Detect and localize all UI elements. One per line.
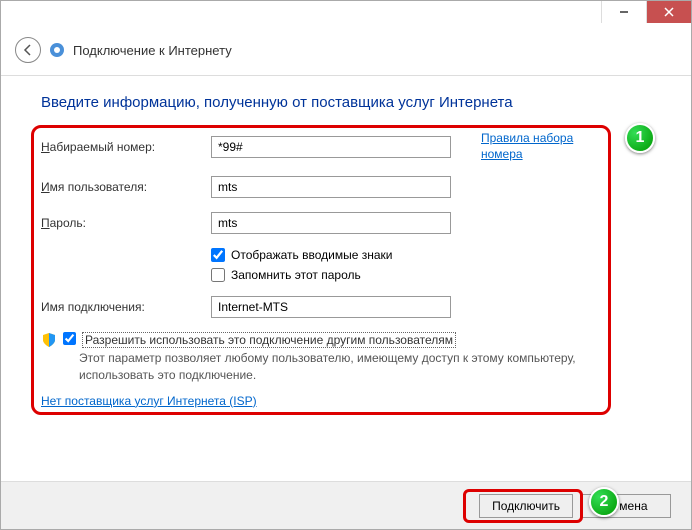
annotation-badge-1: 1	[625, 123, 655, 153]
shield-icon	[41, 332, 57, 348]
no-isp-link[interactable]: Нет поставщика услуг Интернета (ISP)	[41, 394, 257, 408]
header: Подключение к Интернету	[1, 31, 691, 76]
back-button[interactable]	[15, 37, 41, 63]
network-icon	[49, 42, 65, 58]
connection-name-input[interactable]	[211, 296, 451, 318]
minimize-button[interactable]	[601, 1, 646, 23]
page-title: Введите информацию, полученную от постав…	[41, 94, 651, 111]
remember-password-label: Запомнить этот пароль	[231, 268, 361, 282]
footer: Подключить Отмена	[1, 481, 691, 529]
password-label: Пароль:	[41, 216, 211, 230]
content-area: Введите информацию, полученную от постав…	[1, 76, 691, 418]
titlebar	[1, 1, 691, 31]
username-input[interactable]	[211, 176, 451, 198]
share-connection-label: Разрешить использовать это подключение д…	[82, 332, 456, 348]
connection-name-label: Имя подключения:	[41, 300, 211, 314]
username-label: Имя пользователя:	[41, 180, 211, 194]
share-connection-checkbox[interactable]	[63, 332, 76, 345]
close-button[interactable]	[646, 1, 691, 23]
dial-number-input[interactable]	[211, 136, 451, 158]
remember-password-checkbox[interactable]	[211, 268, 225, 282]
show-chars-label: Отображать вводимые знаки	[231, 248, 392, 262]
form-area: Набираемый номер: Правила набора номера …	[41, 131, 651, 408]
dial-rules-link[interactable]: Правила набора номера	[481, 131, 573, 162]
share-connection-description: Этот параметр позволяет любому пользоват…	[79, 350, 579, 384]
connect-button[interactable]: Подключить	[479, 494, 573, 518]
password-input[interactable]	[211, 212, 451, 234]
dial-number-label: Набираемый номер:	[41, 140, 211, 154]
annotation-badge-2: 2	[589, 487, 619, 517]
wizard-window: Подключение к Интернету Введите информац…	[0, 0, 692, 530]
window-title: Подключение к Интернету	[73, 43, 232, 58]
show-chars-checkbox[interactable]	[211, 248, 225, 262]
